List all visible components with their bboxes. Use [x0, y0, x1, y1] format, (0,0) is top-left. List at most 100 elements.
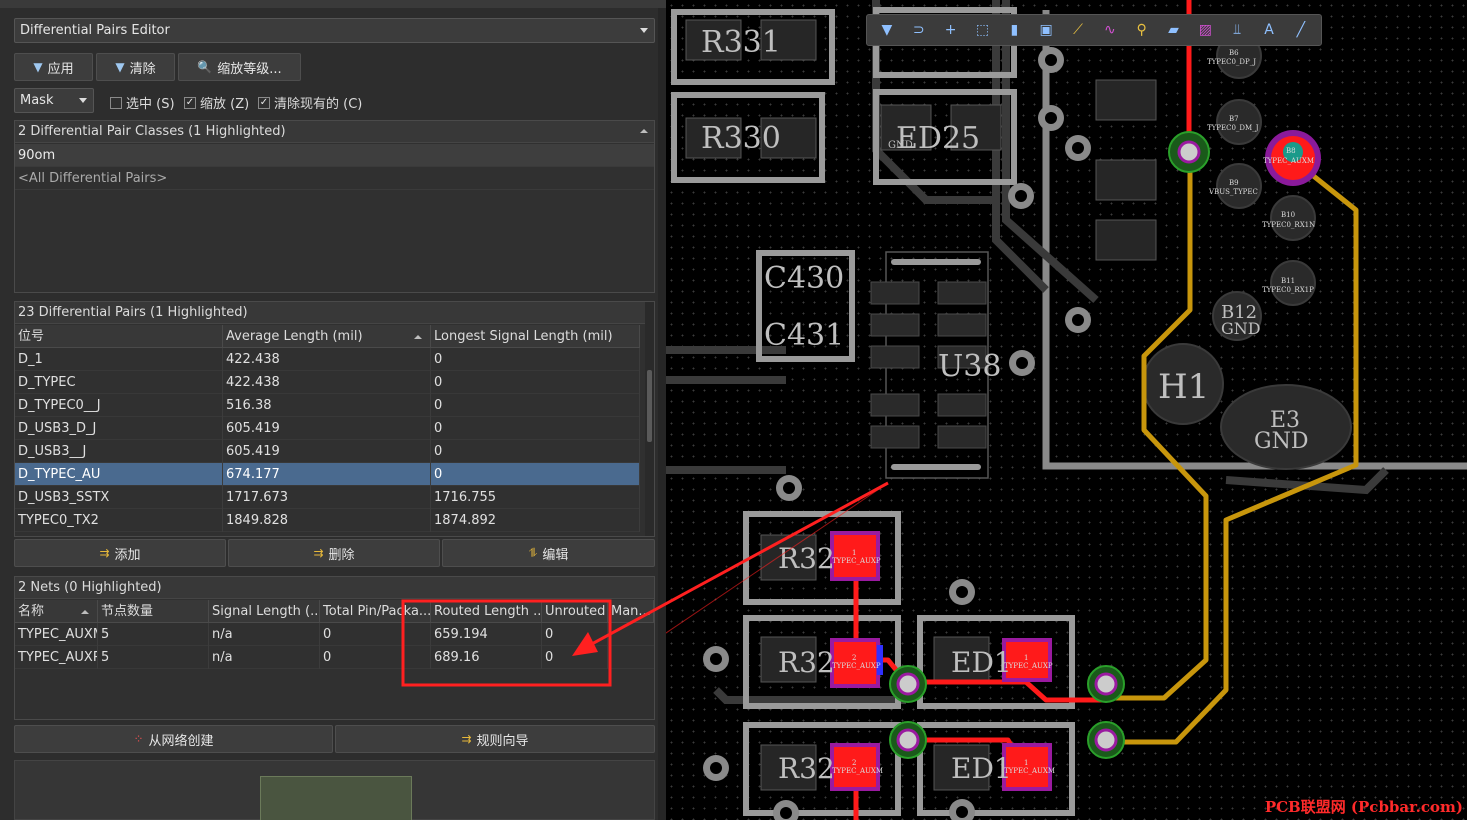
zoom-label: 缩放等级... — [217, 61, 282, 77]
pairs-scroll-thumb[interactable] — [647, 370, 652, 442]
create-from-nets-button[interactable]: ⁘ 从网络创建 — [14, 725, 333, 753]
pair-average-length: 1717.673 — [223, 486, 431, 509]
class-item-all-pairs[interactable]: <All Differential Pairs> — [15, 167, 654, 190]
route-selection-icon[interactable]: ⊃ — [908, 19, 930, 41]
board-thumbnail — [260, 776, 412, 820]
col-designator[interactable]: 位号 — [15, 325, 223, 348]
pair-longest-length: 0 — [431, 440, 640, 463]
selected-pad-marker — [877, 645, 883, 675]
table-row[interactable]: D_USB3_D_J 605.419 0 — [15, 417, 640, 440]
class-item-90om[interactable]: 90om — [15, 144, 654, 167]
text-icon[interactable]: A — [1258, 19, 1280, 41]
pairs-table-header: 位号 Average Length (mil) Longest Signal L… — [15, 325, 640, 348]
pin-label-b7: B7 — [1229, 115, 1239, 123]
board-preview[interactable] — [14, 760, 655, 820]
clear-filter-icon: ▼ — [115, 60, 125, 74]
pad-net-ed1a: TYPEC_AUXP — [1004, 662, 1053, 670]
label-ed25-gnd: GND — [888, 140, 913, 151]
table-row[interactable]: TYPEC_AUXM 5 n/a 0 659.194 0 — [15, 623, 654, 646]
checkbox-unchecked-icon — [110, 96, 122, 109]
zoom-checkbox-label: 缩放 (Z) — [200, 97, 250, 112]
col-total-pin-package[interactable]: Total Pin/Packa... — [320, 600, 431, 623]
select-checkbox[interactable]: 选中 (S) — [110, 93, 175, 112]
col-node-count[interactable]: 节点数量 — [98, 600, 209, 623]
pair-name: D_USB3__J — [15, 440, 223, 463]
route-track-icon[interactable]: ⟋ — [1067, 19, 1089, 41]
net-name: TYPEC_AUXP — [15, 646, 98, 669]
apply-button[interactable]: ▼ 应用 — [14, 53, 93, 81]
net-routed-length: 659.194 — [431, 623, 542, 646]
edit-pair-button[interactable]: ⥮ 编辑 — [442, 539, 655, 567]
net-label-b11: TYPEC0_RX1P — [1262, 286, 1314, 294]
checkbox-checked-icon: ✓ — [184, 96, 196, 109]
panel-scrollbar[interactable] — [658, 8, 666, 820]
zoom-level-button[interactable]: 🔍 缩放等级... — [178, 53, 301, 81]
col-unrouted[interactable]: Unrouted ... — [542, 600, 608, 623]
panel-top-strip — [0, 0, 666, 8]
clear-existing-checkbox-label: 清除现有的 (C) — [274, 97, 363, 112]
col-manhattan[interactable]: Man... — [608, 600, 654, 623]
zoom-checkbox[interactable]: ✓ 缩放 (Z) — [184, 93, 249, 112]
pair-name: TYPEC0_TX2 — [15, 509, 223, 532]
pad-num-2: 2 — [852, 759, 856, 767]
delete-label: 删除 — [328, 547, 355, 563]
col-routed-length[interactable]: Routed Length ... — [431, 600, 542, 623]
line-icon[interactable]: ╱ — [1290, 19, 1312, 41]
clear-label: 清除 — [129, 61, 156, 77]
pad-net-auxp-2: TYPEC_AUXP — [832, 662, 881, 670]
mask-dropdown[interactable]: Mask — [14, 88, 94, 113]
net-signal-length: n/a — [209, 623, 320, 646]
pcb-canvas[interactable]: R331 R330 ED25 C430 C431 U38 H1 B12 GND … — [666, 0, 1467, 820]
component-icon[interactable]: ▣ — [1035, 19, 1057, 41]
via-icon[interactable]: ⚲ — [1131, 19, 1153, 41]
label-r32-b: R32 — [778, 646, 835, 679]
pairs-scrollbar[interactable] — [645, 302, 654, 536]
col-net-name-label: 名称 — [18, 604, 45, 619]
crosshair-icon[interactable]: + — [940, 19, 962, 41]
polygon-icon[interactable]: ▰ — [1163, 19, 1185, 41]
panel-title: Differential Pairs Editor — [20, 23, 170, 38]
pair-name: D_USB3_D_J — [15, 417, 223, 440]
table-row[interactable]: D_USB3_SSTX 1717.673 1716.755 — [15, 486, 640, 509]
col-average-length-label: Average Length (mil) — [226, 329, 363, 344]
net-node-count: 5 — [98, 646, 209, 669]
table-row[interactable]: TYPEC0_TX2 1849.828 1874.892 — [15, 509, 640, 532]
table-row-selected[interactable]: D_TYPEC_AU 674.177 0 — [15, 463, 640, 486]
clear-button[interactable]: ▼ 清除 — [96, 53, 175, 81]
table-row[interactable]: TYPEC_AUXP 5 n/a 0 689.16 0 — [15, 646, 654, 669]
col-longest-signal[interactable]: Longest Signal Length (mil) — [431, 325, 640, 348]
net-label-b9: VBUS_TYPEC — [1208, 188, 1258, 196]
pad-net-auxm-2: TYPEC_AUXM — [832, 767, 883, 775]
checkbox-checked-icon: ✓ — [258, 96, 270, 109]
col-net-name[interactable]: 名称 — [15, 600, 98, 623]
delete-pair-button[interactable]: ⇉ 删除 — [228, 539, 440, 567]
keepout-icon[interactable]: ▨ — [1194, 19, 1216, 41]
dimension-icon[interactable]: ⫫ — [1226, 19, 1248, 41]
col-average-length[interactable]: Average Length (mil) — [223, 325, 431, 348]
col-signal-length[interactable]: Signal Length (... — [209, 600, 320, 623]
table-row[interactable]: D_USB3__J 605.419 0 — [15, 440, 640, 463]
pair-longest-length: 1716.755 — [431, 486, 640, 509]
rule-wizard-button[interactable]: ⇉ 规则向导 — [335, 725, 655, 753]
table-row[interactable]: D_TYPEC 422.438 0 — [15, 371, 640, 394]
pair-average-length: 422.438 — [223, 371, 431, 394]
align-icon[interactable]: ▮ — [1003, 19, 1025, 41]
panel-selector-dropdown[interactable]: Differential Pairs Editor — [14, 18, 655, 43]
pin-label-b11: B11 — [1281, 277, 1295, 285]
filter-icon[interactable]: ▼ — [876, 19, 898, 41]
collapse-up-icon[interactable] — [640, 129, 648, 133]
select-checkbox-label: 选中 (S) — [126, 97, 175, 112]
sort-ascending-icon — [414, 335, 422, 339]
select-rect-icon[interactable]: ⬚ — [971, 19, 993, 41]
table-row[interactable]: D_1 422.438 0 — [15, 348, 640, 371]
label-r32-c: R32 — [778, 752, 835, 785]
pair-average-length: 422.438 — [223, 348, 431, 371]
diff-pair-route-icon[interactable]: ∿ — [1099, 19, 1121, 41]
magnifier-icon: 🔍 — [197, 60, 213, 74]
add-pair-button[interactable]: ⇉ 添加 — [14, 539, 226, 567]
create-from-nets-label: 从网络创建 — [148, 733, 214, 749]
clear-existing-checkbox[interactable]: ✓ 清除现有的 (C) — [258, 93, 362, 112]
table-row[interactable]: D_TYPEC0__J 516.38 0 — [15, 394, 640, 417]
label-r32-a: R32 — [778, 542, 835, 575]
chevron-down-icon — [79, 98, 87, 103]
